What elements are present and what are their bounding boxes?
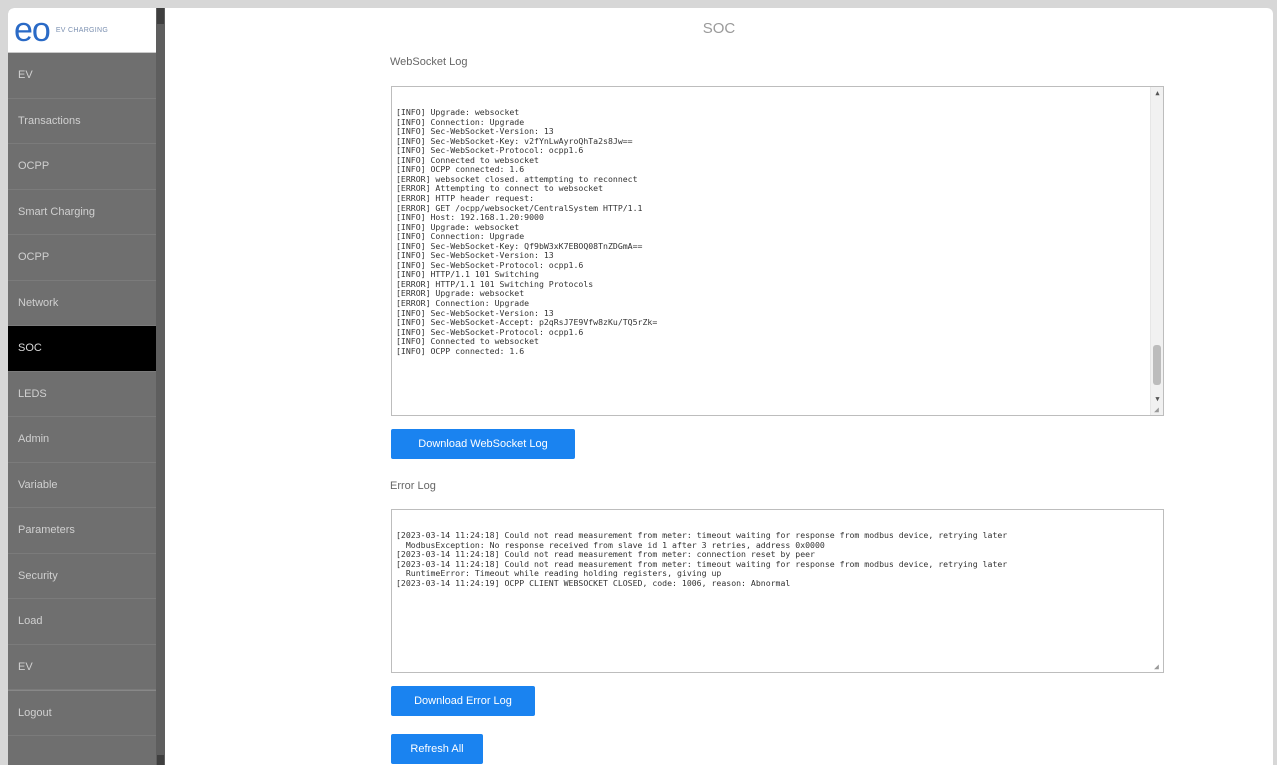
resize-grip-icon[interactable]: ◢: [1154, 663, 1162, 671]
sidebar-item-ocpp[interactable]: OCPP: [8, 144, 156, 190]
sidebar-nav: EV Transactions OCPP Smart Charging OCPP Netw…: [8, 53, 156, 736]
scroll-up-icon[interactable]: ▲: [1151, 87, 1163, 99]
sidebar-item-parameters[interactable]: Parameters: [8, 508, 156, 554]
logo-tagline: EV CHARGING: [55, 26, 109, 34]
sidebar-item-admin[interactable]: Admin: [8, 417, 156, 463]
logo[interactable]: eo EV CHARGING: [8, 8, 156, 53]
logo-mark: eo: [14, 11, 51, 49]
sidebar-scroll-thumb[interactable]: [157, 8, 164, 24]
sidebar-item-ev[interactable]: EV: [8, 53, 156, 99]
log-line: [2023-03-14 11:24:19] OCPP CLIENT WEBSOC…: [396, 577, 791, 588]
sidebar-item-transactions[interactable]: Transactions: [8, 99, 156, 144]
app-window: eo EV CHARGING EV Transactions OCPP Smart C…: [8, 8, 1273, 765]
download-websocket-log-button[interactable]: Download WebSocket Log: [391, 429, 575, 459]
scroll-down-icon[interactable]: ▼: [1151, 393, 1163, 405]
resize-grip-icon[interactable]: ◢: [1154, 406, 1162, 414]
sidebar-item-ocpp[interactable]: OCPP: [8, 235, 156, 281]
sidebar-item-security[interactable]: Security: [8, 554, 156, 599]
sidebar: eo EV CHARGING EV Transactions OCPP Smart C…: [8, 8, 156, 765]
sidebar-item-leds[interactable]: LEDS: [8, 372, 156, 417]
page-title: SOC: [702, 20, 736, 37]
websocket-log-content: [INFO] Upgrade: websocket [INFO] Connecti…: [396, 108, 1159, 356]
sidebar-item-network[interactable]: Network: [8, 281, 156, 326]
sidebar-item-logout[interactable]: Logout: [8, 690, 156, 736]
main-content: SOC WebSocket Log [INFO] Upgrade: websoc…: [165, 8, 1273, 765]
sidebar-item-load[interactable]: Load: [8, 599, 156, 645]
refresh-all-button[interactable]: Refresh All: [391, 734, 483, 764]
websocket-log-label: WebSocket Log: [390, 56, 468, 68]
websocket-log-textarea[interactable]: [INFO] Upgrade: websocket [INFO] Connecti…: [391, 86, 1164, 416]
error-log-content: [2023-03-14 11:24:18] Could not read mea…: [396, 531, 1159, 588]
sidebar-scroll-end: [157, 755, 164, 765]
sidebar-scrollbar[interactable]: [156, 8, 165, 765]
websocket-log-scroll-thumb[interactable]: [1153, 345, 1161, 385]
sidebar-item-soc[interactable]: SOC: [8, 326, 156, 372]
websocket-log-scrollbar[interactable]: ▲ ▼: [1150, 87, 1163, 415]
log-line: [INFO] OCPP connected: 1.6: [396, 345, 525, 356]
sidebar-item-variable[interactable]: Variable: [8, 463, 156, 508]
error-log-textarea[interactable]: [2023-03-14 11:24:18] Could not read mea…: [391, 509, 1164, 673]
sidebar-item-smart-charging[interactable]: Smart Charging: [8, 190, 156, 235]
sidebar-item-ev[interactable]: EV: [8, 645, 156, 690]
error-log-label: Error Log: [390, 480, 436, 492]
download-error-log-button[interactable]: Download Error Log: [391, 686, 535, 716]
